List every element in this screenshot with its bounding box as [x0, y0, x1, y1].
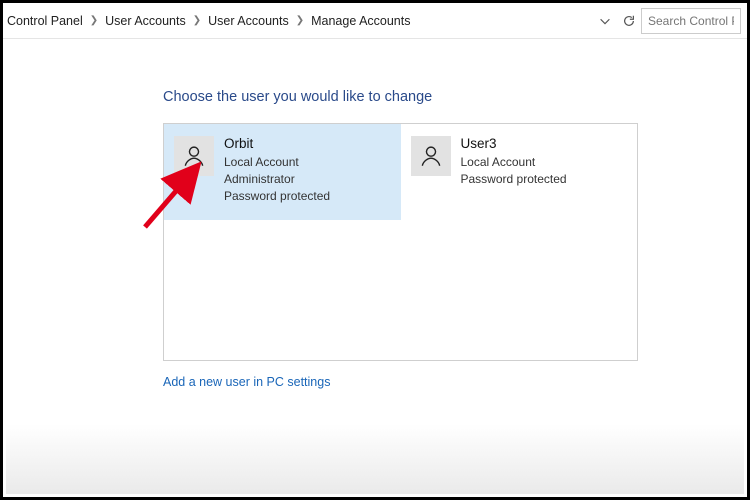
account-name: Orbit	[224, 134, 330, 154]
history-dropdown-button[interactable]	[593, 9, 617, 33]
bottom-fade	[6, 424, 744, 494]
account-tile-user3[interactable]: User3 Local Account Password protected	[401, 124, 638, 202]
account-status: Password protected	[224, 188, 330, 205]
refresh-button[interactable]	[617, 9, 641, 33]
user-icon	[174, 136, 214, 176]
search-input[interactable]	[641, 8, 741, 34]
content-area: Choose the user you would like to change…	[3, 39, 747, 389]
add-user-link[interactable]: Add a new user in PC settings	[163, 375, 747, 389]
account-info: Orbit Local Account Administrator Passwo…	[224, 134, 330, 206]
breadcrumb-item[interactable]: User Accounts	[208, 14, 289, 28]
account-type: Local Account	[224, 154, 330, 171]
chevron-right-icon: ❯	[294, 15, 306, 26]
account-tile-orbit[interactable]: Orbit Local Account Administrator Passwo…	[164, 124, 401, 220]
page-heading: Choose the user you would like to change	[163, 89, 747, 105]
accounts-container: Orbit Local Account Administrator Passwo…	[163, 123, 638, 361]
breadcrumb[interactable]: Control Panel ❯ User Accounts ❯ User Acc…	[7, 14, 410, 28]
account-status: Password protected	[461, 171, 567, 188]
breadcrumb-item[interactable]: Control Panel	[7, 14, 83, 28]
breadcrumb-item[interactable]: Manage Accounts	[311, 14, 410, 28]
chevron-right-icon: ❯	[88, 15, 100, 26]
user-icon	[411, 136, 451, 176]
address-bar: Control Panel ❯ User Accounts ❯ User Acc…	[3, 3, 747, 39]
account-type: Local Account	[461, 154, 567, 171]
chevron-right-icon: ❯	[191, 15, 203, 26]
account-name: User3	[461, 134, 567, 154]
breadcrumb-item[interactable]: User Accounts	[105, 14, 186, 28]
account-role: Administrator	[224, 171, 330, 188]
account-info: User3 Local Account Password protected	[461, 134, 567, 188]
